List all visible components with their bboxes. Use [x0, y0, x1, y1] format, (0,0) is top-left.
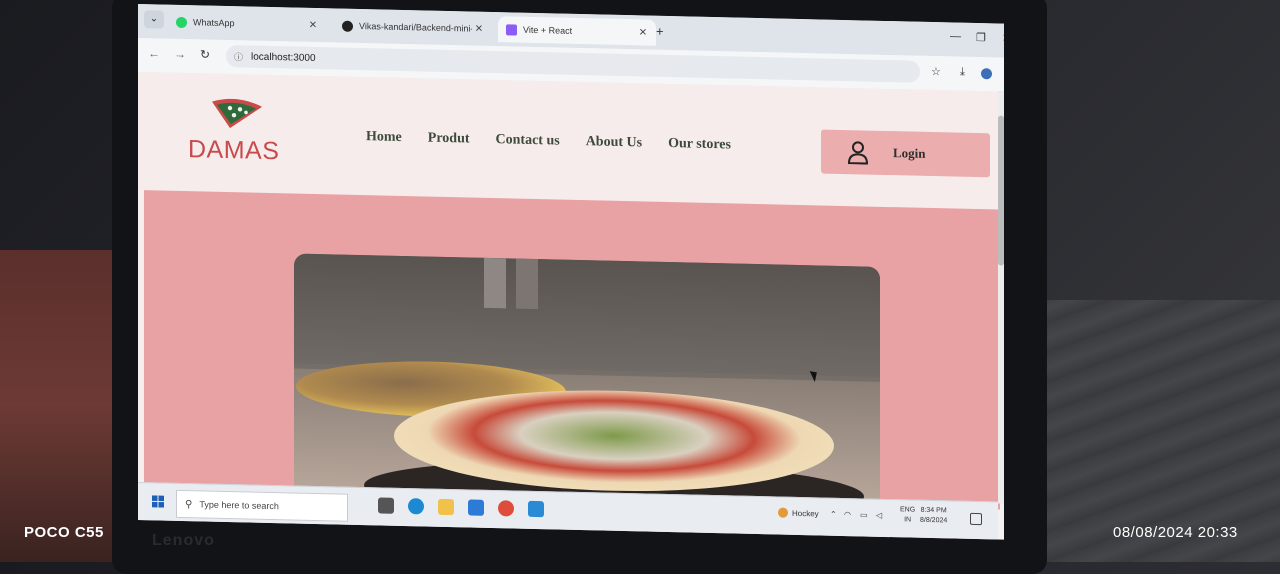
image-wall: [294, 253, 880, 377]
restore-icon[interactable]: ❐: [976, 31, 986, 44]
search-icon: ⚲: [185, 498, 193, 510]
weather-label[interactable]: Hockey: [792, 509, 819, 519]
image-detail: [516, 258, 538, 310]
vscode-icon[interactable]: [528, 500, 544, 518]
close-window-icon[interactable]: ✕: [1002, 32, 1004, 45]
main-nav: Home Produt Contact us About Us Our stor…: [366, 129, 731, 153]
chrome-icon[interactable]: [498, 500, 514, 517]
laptop-screen: ⌄ WhatsApp ✕ Vikas-kandari/Backend-mini-…: [138, 4, 1004, 540]
site-logo[interactable]: DAMAS: [188, 95, 288, 167]
tab-whatsapp[interactable]: WhatsApp ✕: [168, 9, 326, 39]
minimize-icon[interactable]: —: [950, 30, 961, 42]
url-text: localhost:3000: [251, 51, 316, 64]
whatsapp-icon: [176, 16, 187, 28]
user-icon: [847, 141, 869, 165]
tab-github[interactable]: Vikas-kandari/Backend-mini-pr ✕: [334, 12, 492, 42]
lang-region: IN: [904, 516, 912, 524]
language-indicator[interactable]: ENG IN: [900, 505, 915, 525]
scroll-thumb[interactable]: [998, 115, 1004, 266]
login-label: Login: [893, 145, 926, 161]
site-header: DAMAS Home Produt Contact us About Us Ou…: [138, 72, 998, 210]
tray-battery-icon[interactable]: ▭: [860, 510, 868, 519]
task-view-icon[interactable]: [378, 497, 394, 514]
nav-about-us[interactable]: About Us: [586, 134, 642, 151]
weather-icon[interactable]: [778, 507, 788, 518]
logo-wordmark: DAMAS: [188, 135, 280, 166]
nav-home[interactable]: Home: [366, 129, 402, 146]
tab-search-button[interactable]: ⌄: [144, 10, 164, 29]
site-info-icon[interactable]: ⓘ: [234, 50, 243, 63]
github-icon: [342, 20, 353, 32]
pizza-logo-icon: [212, 98, 262, 129]
tray-wifi-icon[interactable]: ◠: [844, 510, 851, 519]
close-icon[interactable]: ✕: [472, 23, 486, 34]
reload-icon[interactable]: ↻: [200, 47, 210, 61]
close-icon[interactable]: ✕: [306, 19, 320, 30]
taskbar-search-box[interactable]: ⚲ Type here to search: [176, 489, 348, 522]
laptop-brand: Lenovo: [152, 532, 215, 549]
page-scrollbar[interactable]: [998, 93, 1004, 504]
tray-chevron-icon[interactable]: ⌃: [830, 510, 837, 519]
search-placeholder: Type here to search: [199, 499, 279, 512]
image-detail: [484, 257, 506, 309]
new-tab-icon[interactable]: +: [656, 24, 664, 39]
tab-vite-react[interactable]: Vite + React ✕: [498, 16, 656, 46]
lang-code: ENG: [900, 506, 916, 514]
hero-pizza-image: [294, 253, 880, 507]
clock-time: 8:34 PM: [920, 506, 947, 515]
profile-avatar-icon[interactable]: [981, 68, 992, 80]
download-icon[interactable]: ⤓: [960, 66, 965, 79]
taskbar-clock[interactable]: 8:34 PM 8/8/2024: [920, 506, 947, 527]
file-explorer-icon[interactable]: [438, 498, 454, 516]
mail-icon[interactable]: [468, 499, 484, 516]
clock-date: 8/8/2024: [920, 516, 948, 525]
edge-icon[interactable]: [408, 498, 424, 515]
tab-title: Vikas-kandari/Backend-mini-pr: [359, 21, 472, 34]
back-icon[interactable]: ←: [148, 46, 160, 60]
vite-icon: [506, 23, 517, 36]
forward-icon[interactable]: →: [174, 47, 186, 61]
background-floor: [1030, 300, 1280, 562]
nav-contact-us[interactable]: Contact us: [496, 132, 560, 149]
photo-timestamp: 08/08/2024 20:33: [1113, 524, 1238, 541]
bookmark-star-icon[interactable]: ☆: [931, 65, 941, 78]
nav-product[interactable]: Produt: [428, 131, 470, 148]
background-fabric: [0, 250, 120, 562]
close-icon[interactable]: ✕: [636, 27, 650, 38]
camera-model-watermark: POCO C55: [24, 524, 104, 541]
login-button[interactable]: Login: [821, 129, 990, 178]
windows-start-icon[interactable]: [152, 495, 164, 508]
tab-title: WhatsApp: [193, 17, 235, 29]
webpage: DAMAS Home Produt Contact us About Us Ou…: [138, 72, 1000, 510]
hero-section: [144, 190, 1000, 510]
nav-our-stores[interactable]: Our stores: [668, 136, 731, 153]
tray-volume-icon[interactable]: ◁: [876, 511, 882, 520]
tab-title: Vite + React: [523, 24, 573, 36]
notification-icon[interactable]: [970, 512, 982, 526]
